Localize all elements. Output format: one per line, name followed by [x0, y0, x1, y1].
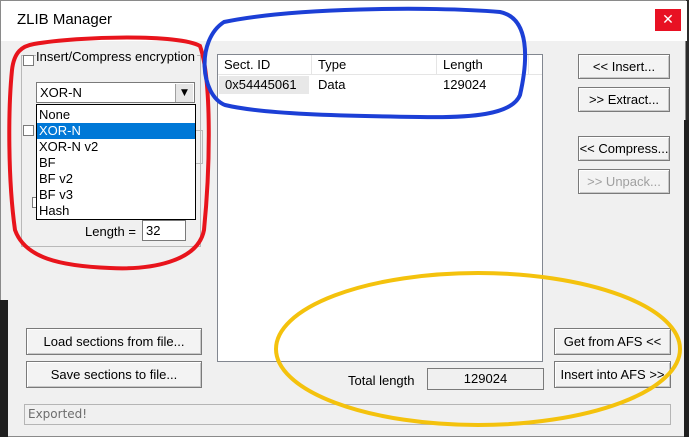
- blue-annotation: [202, 6, 528, 120]
- red-annotation: [7, 35, 211, 271]
- annotation-overlay: [7, 6, 682, 427]
- yellow-annotation: [274, 271, 682, 427]
